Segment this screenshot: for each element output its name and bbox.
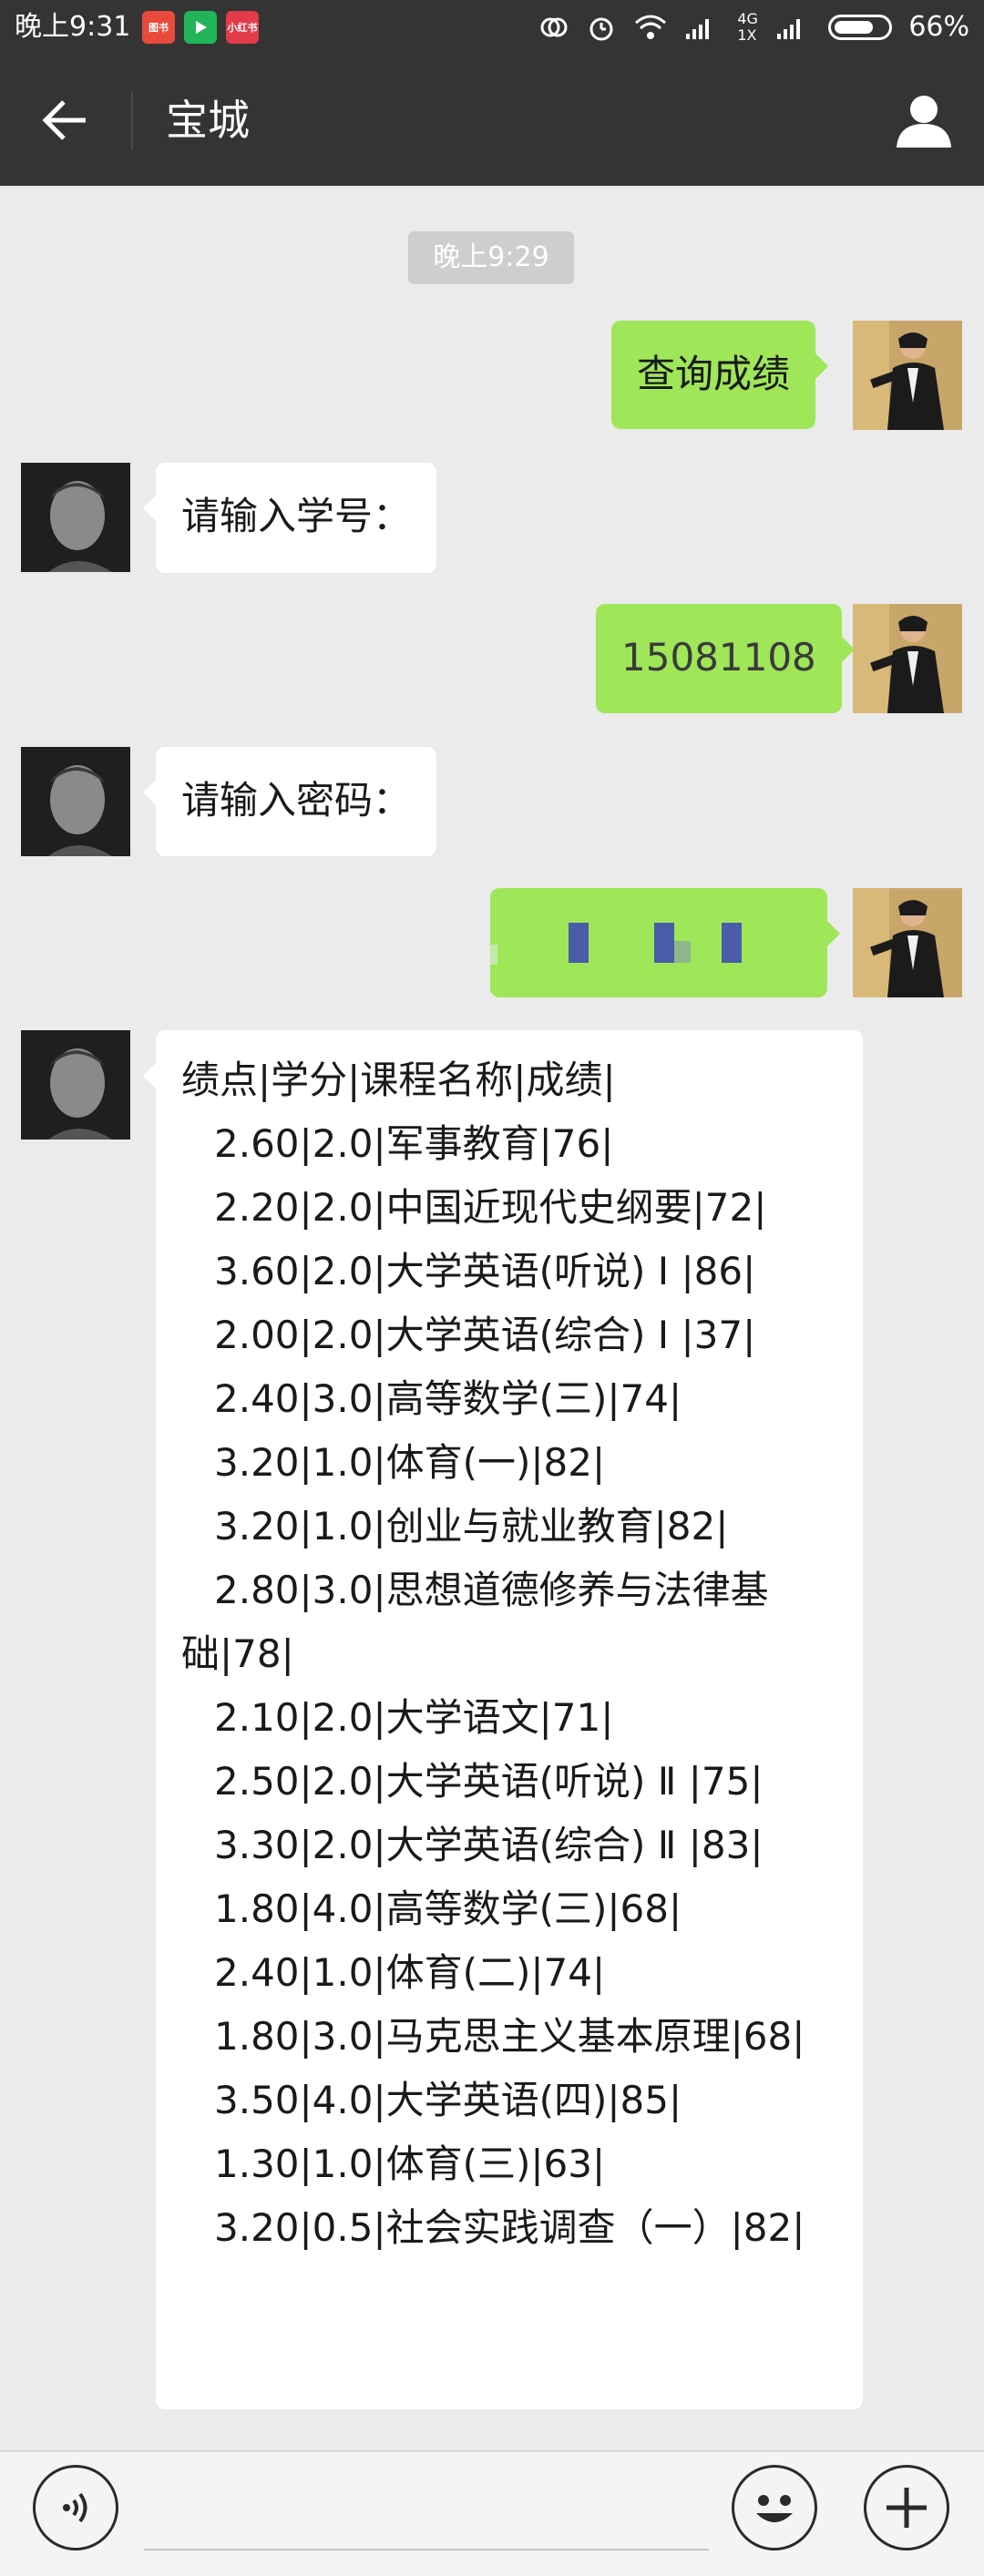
grade-row: 3.30|2.0|大学英语(综合) Ⅱ |83|: [214, 1823, 764, 1867]
message-bubble-redacted[interactable]: [485, 888, 840, 997]
contact-info-icon[interactable]: [895, 91, 953, 149]
notification-icons: 图书 小红书: [142, 11, 259, 44]
grade-row: 2.60|2.0|军事教育|76|: [214, 1121, 614, 1166]
wifi-icon: [635, 15, 667, 39]
signal-4g-icon: [686, 19, 710, 39]
chat-title: 宝城: [166, 96, 250, 145]
grade-row: 1.80|3.0|马克思主义基本原理|68|: [214, 2014, 805, 2059]
message-text: 请输入密码：: [181, 778, 412, 823]
grade-row: 3.20|1.0|创业与就业教育|82|: [214, 1504, 729, 1549]
grade-row: 1.80|4.0|高等数学(三)|68|: [214, 1886, 682, 1931]
header-divider: [131, 91, 133, 149]
play-icon: [184, 11, 217, 44]
message-text: 请输入学号：: [181, 494, 412, 538]
grade-row: 3.20|1.0|体育(一)|82|: [214, 1440, 606, 1485]
grade-row: 2.40|3.0|高等数学(三)|74|: [214, 1376, 682, 1421]
more-actions-button[interactable]: [864, 2465, 949, 2550]
chat-input-bar: [0, 2450, 984, 2576]
contact-avatar[interactable]: [21, 747, 130, 856]
grade-row: 2.20|2.0|中国近现代史纲要|72|: [214, 1185, 767, 1230]
status-time: 晚上9:31: [15, 11, 131, 43]
back-arrow-icon[interactable]: [40, 95, 91, 146]
battery-icon: [828, 15, 893, 40]
grade-row: 3.20|0.5|社会实践调查（一）|82|: [214, 2205, 805, 2250]
my-avatar[interactable]: [853, 888, 962, 997]
xiaohongshu-app-icon: 小红书: [226, 11, 259, 44]
plus-icon: [887, 2488, 927, 2528]
grade-row: 2.40|1.0|体育(二)|74|: [214, 1950, 606, 1995]
chat-header: 宝城: [0, 55, 984, 186]
voice-icon: [63, 2492, 87, 2523]
redaction-mosaic: [485, 923, 742, 965]
network-type: 4G 1X: [737, 10, 758, 44]
alarm-icon: [589, 17, 613, 41]
grade-row: 1.30|1.0|体育(三)|63|: [214, 2142, 606, 2186]
message-bubble-received[interactable]: 请输入密码：: [142, 747, 437, 856]
status-bar: 晚上9:31 图书 小红书 4G 1X 66%: [0, 0, 984, 55]
grade-row: 3.50|4.0|大学英语(四)|85|: [214, 2078, 682, 2122]
emoji-button[interactable]: [732, 2465, 817, 2550]
grade-row: 3.60|2.0|大学英语(听说) Ⅰ |86|: [214, 1249, 756, 1293]
grade-row: 2.80|3.0|思想道德修养与法律基础|78|: [181, 1568, 769, 1676]
grade-row: 2.10|2.0|大学语文|71|: [214, 1695, 614, 1740]
grades-message-bubble[interactable]: 绩点|学分|课程名称|成绩| 2.60|2.0|军事教育|76| 2.20|2.…: [143, 1030, 863, 2409]
message-input[interactable]: [144, 2549, 709, 2550]
signal-icon: [777, 19, 801, 39]
chat-timestamp: 晚上9:29: [408, 231, 574, 284]
status-indicators: 4G 1X 66%: [538, 7, 969, 47]
emoji-icon: [756, 2495, 793, 2522]
message-bubble-sent[interactable]: 查询成绩: [611, 321, 829, 429]
grades-list: 绩点|学分|课程名称|成绩| 2.60|2.0|军事教育|76| 2.20|2.…: [156, 1030, 863, 2260]
my-avatar[interactable]: [853, 604, 962, 713]
grade-row: 2.00|2.0|大学英语(综合) Ⅰ |37|: [214, 1313, 756, 1357]
message-bubble-received[interactable]: 请输入学号：: [142, 463, 437, 573]
sync-icon: [540, 17, 568, 37]
message-bubble-sent[interactable]: 15081108: [596, 604, 855, 713]
contact-avatar[interactable]: [21, 1030, 130, 1140]
voice-input-button[interactable]: [33, 2465, 118, 2550]
grades-header: 绩点|学分|课程名称|成绩|: [181, 1058, 616, 1102]
grade-row: 2.50|2.0|大学英语(听说) Ⅱ |75|: [214, 1759, 764, 1804]
message-text: 15081108: [621, 635, 816, 680]
battery-percent: 66%: [908, 11, 969, 43]
contact-avatar[interactable]: [21, 463, 130, 572]
my-avatar[interactable]: [853, 321, 962, 430]
message-text: 查询成绩: [637, 352, 791, 396]
book-app-icon: 图书: [142, 11, 175, 44]
